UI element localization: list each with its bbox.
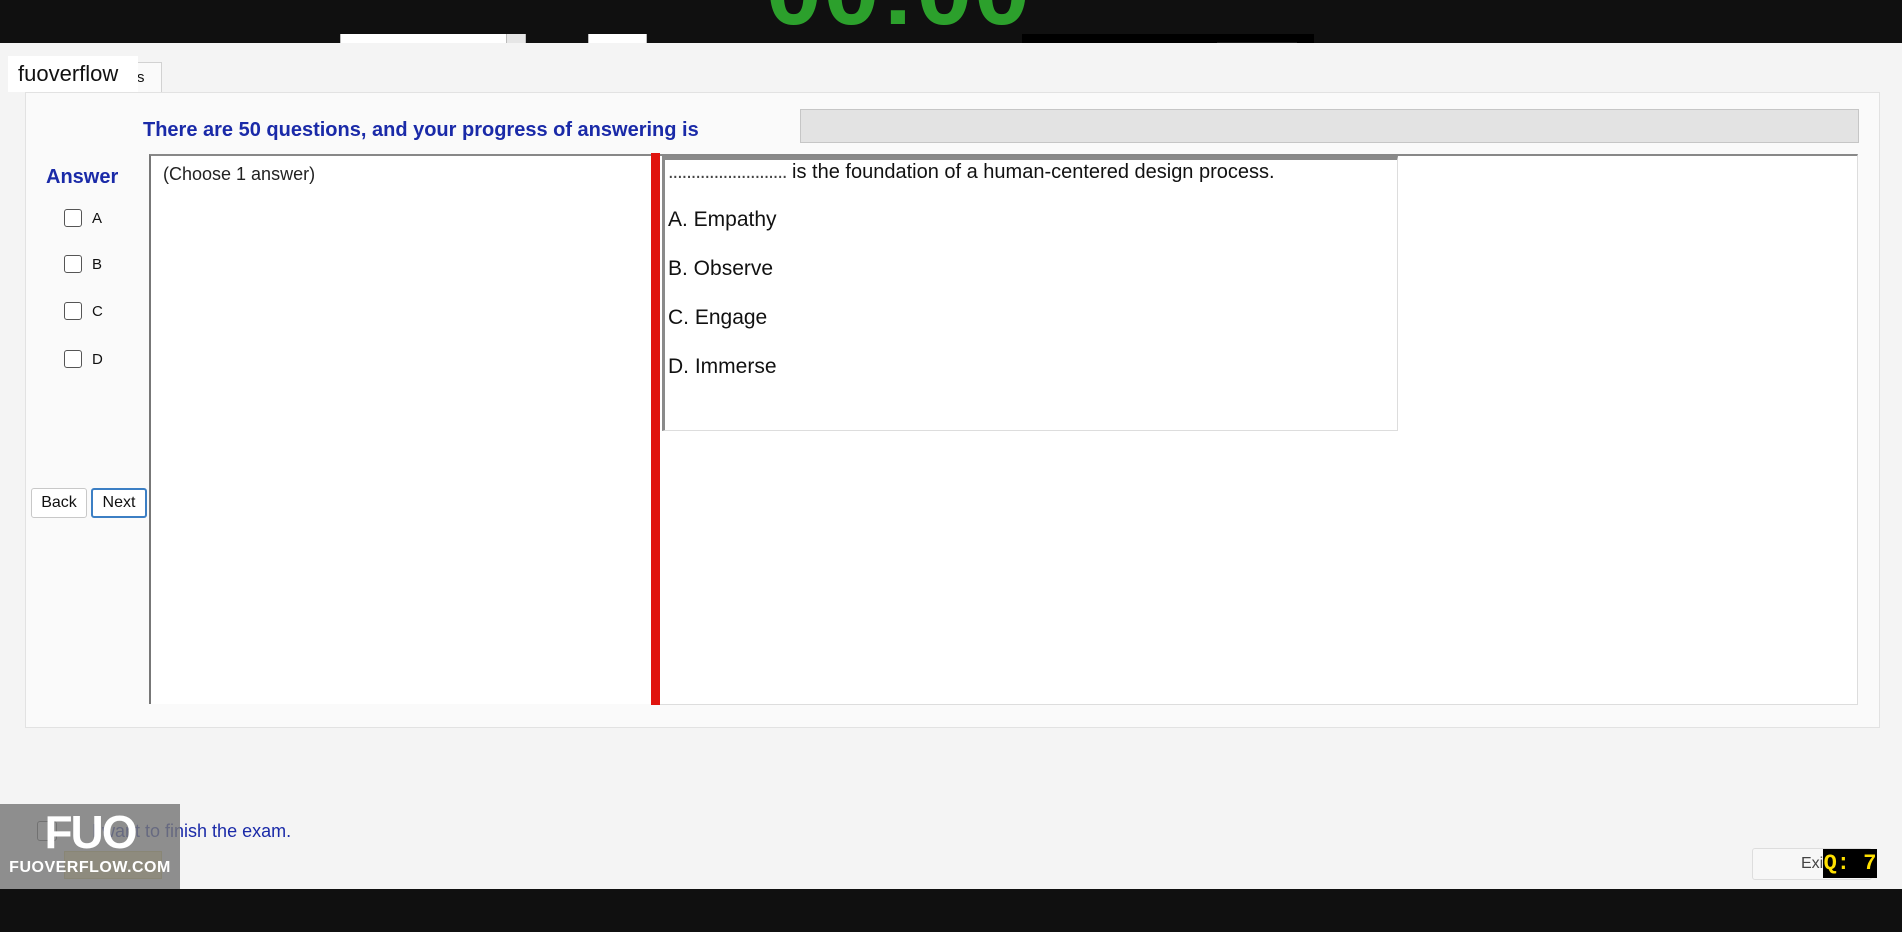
checkbox-c[interactable] — [64, 302, 82, 320]
countdown-timer: 00:00 — [766, 0, 1032, 40]
font-size-stepper[interactable] — [588, 34, 647, 43]
question-blank: .......................... — [668, 161, 787, 183]
question-option-b: B. Observe — [668, 257, 774, 280]
option-letter: A — [92, 209, 103, 227]
option-letter: C — [92, 302, 103, 320]
tab-label: s — [137, 69, 145, 86]
back-button[interactable]: Back — [31, 488, 87, 518]
answer-label: Answer — [46, 166, 119, 188]
answer-option-d[interactable]: D — [64, 348, 103, 370]
question-option-d: D. Immerse — [668, 355, 777, 378]
dropdown-arrow-icon[interactable] — [506, 34, 525, 43]
option-letter: B — [92, 255, 103, 273]
next-button[interactable]: Next — [91, 488, 147, 518]
question-body: is the foundation of a human-centered de… — [792, 161, 1275, 183]
watermark: FUO FUOVERFLOW.COM — [0, 804, 180, 890]
option-letter: D — [92, 350, 103, 368]
answer-option-b[interactable]: B — [64, 253, 102, 275]
choose-instruction: (Choose 1 answer) — [163, 164, 316, 184]
question-counter: Q: 7 — [1823, 849, 1877, 878]
checkbox-a[interactable] — [64, 209, 82, 227]
checkbox-b[interactable] — [64, 255, 82, 273]
answer-option-a[interactable]: A — [64, 207, 102, 229]
question-text: .......................... is the founda… — [668, 161, 1275, 184]
progress-bar — [800, 109, 1859, 143]
pane-splitter[interactable] — [651, 153, 660, 705]
instruction-pane — [149, 154, 654, 704]
answer-option-c[interactable]: C — [64, 300, 103, 322]
bottom-black-bar — [0, 889, 1902, 932]
progress-text: There are 50 questions, and your progres… — [143, 119, 699, 141]
checkbox-d[interactable] — [64, 350, 82, 368]
top-black-bar: 00:00 — [0, 0, 1902, 43]
question-box — [662, 156, 1398, 431]
question-option-c: C. Engage — [668, 306, 768, 329]
watermark-logo: FUO — [44, 806, 137, 858]
question-option-a: A. Empathy — [668, 208, 777, 231]
brand-label: fuoverflow — [8, 56, 138, 92]
redacted-info-box — [1022, 34, 1314, 43]
watermark-site: FUOVERFLOW.COM — [9, 859, 171, 876]
exam-code-dropdown[interactable] — [340, 34, 526, 43]
